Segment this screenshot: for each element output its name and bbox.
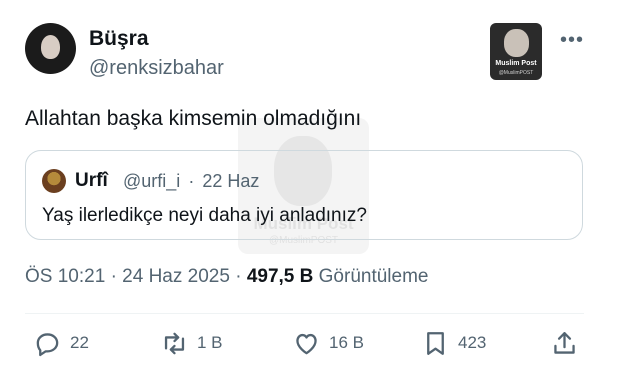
repost-icon [164,332,185,354]
quoted-author-handle[interactable]: @urfi_i [123,171,180,191]
tweet-date[interactable]: 24 Haz 2025 [122,266,230,287]
author-avatar[interactable] [25,23,76,74]
heart-icon [296,333,317,354]
quoted-tweet-card[interactable]: Urfî @urfi_i · 22 Haz Yaş ilerledikçe ne… [25,150,583,240]
bookmark-button[interactable]: 423 [421,328,486,358]
author-name[interactable]: Büşra [89,28,149,49]
meta-separator: · [188,171,195,191]
views-label: Görüntüleme [318,266,429,287]
watermark-logo-face [504,29,529,57]
repost-count: 1 B [197,333,223,352]
quoted-author-avatar[interactable] [42,169,66,193]
meta-separator: · [110,266,123,287]
watermark-logo-handle: @MuslimPOST [498,70,534,76]
watermark-logo: Muslim Post @MuslimPOST [490,23,542,80]
tweet-text: Allahtan başka kimsemin olmadığını [25,107,362,130]
more-dots-icon[interactable]: ••• [560,30,584,50]
quoted-tweet-age[interactable]: 22 Haz [202,171,259,191]
author-handle[interactable]: @renksizbahar [89,58,224,78]
reply-button[interactable]: 22 [33,328,89,358]
bookmark-count: 423 [458,333,487,352]
quoted-tweet-text: Yaş ilerledikçe neyi daha iyi anladınız? [42,205,367,226]
reply-icon [36,332,59,356]
divider [25,313,584,314]
meta-separator: · [235,266,247,287]
tweet-time[interactable]: ÖS 10:21 [25,266,105,287]
like-count: 16 B [329,333,364,352]
repost-button[interactable]: 1 B [160,328,223,358]
like-button[interactable]: 16 B [292,328,364,358]
tweet-timestamp-line: ÖS 10:21 · 24 Haz 2025 · 497,5 B Görüntü… [25,267,428,286]
share-icon [554,331,575,354]
reply-count: 22 [70,333,89,352]
share-button[interactable] [550,328,579,358]
quoted-author-name[interactable]: Urfî [75,171,108,190]
watermark-logo-title: Muslim Post [495,60,537,67]
views-count: 497,5 B [246,266,314,287]
bookmark-icon [427,331,444,355]
quoted-meta: @urfi_i · 22 Haz [123,172,262,190]
